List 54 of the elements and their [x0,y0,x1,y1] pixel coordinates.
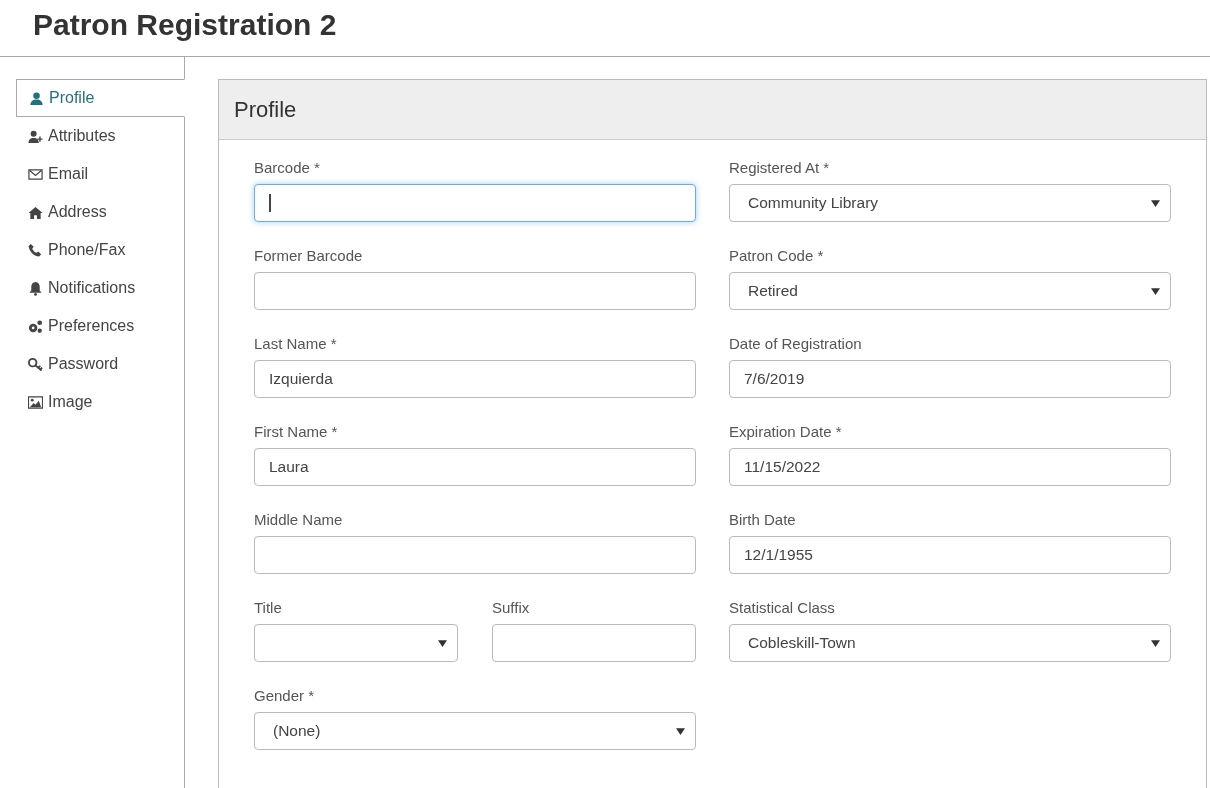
field-label: Statistical Class [729,598,836,618]
field-label: Middle Name [254,510,344,530]
dropdown[interactable]: Community Library [729,184,1171,222]
sidebar-tab[interactable]: Email [16,155,185,193]
dropdown[interactable] [254,624,458,662]
input-field[interactable]: 11/15/2022 [729,448,1171,486]
field-label: Registered At * [729,158,831,178]
panel-title: Profile [234,96,297,123]
field-label: Suffix [492,598,531,618]
picture-icon [28,394,43,410]
text-cursor [269,194,271,212]
gears-icon [28,318,43,334]
user-plus-icon [28,128,43,144]
field-label: Former Barcode [254,246,364,266]
caret-icon [438,639,447,647]
field-label: Title [254,598,283,618]
phone-icon [28,242,43,258]
input-field[interactable] [254,184,696,222]
field-label: Date of Registration [729,334,863,354]
input-field[interactable]: Izquierda [254,360,696,398]
sidebar-tab[interactable]: Notifications [16,269,185,307]
field-label: Last Name * [254,334,338,354]
field-label: Expiration Date * [729,422,843,442]
field-label: Barcode * [254,158,321,178]
caret-icon [1151,199,1160,207]
input-field[interactable] [254,272,696,310]
field-label: Patron Code * [729,246,825,266]
dropdown[interactable]: Retired [729,272,1171,310]
field-label: Birth Date [729,510,797,530]
sidebar-tab[interactable]: Profile [16,79,185,117]
sidebar-tab[interactable]: Attributes [16,117,185,155]
sidebar-tab[interactable]: Preferences [16,307,185,345]
page-title: Patron Registration 2 [0,0,1210,57]
house-icon [28,204,43,220]
input-field[interactable] [254,536,696,574]
input-field[interactable]: 7/6/2019 [729,360,1171,398]
envelope-icon [28,166,43,182]
input-field[interactable] [492,624,696,662]
dropdown[interactable]: (None) [254,712,696,750]
caret-icon [1151,639,1160,647]
input-field[interactable]: Laura [254,448,696,486]
field-label: Gender * [254,686,316,706]
sidebar-tab[interactable]: Image [16,383,185,421]
bell-icon [28,280,43,296]
input-field[interactable]: 12/1/1955 [729,536,1171,574]
sidebar-tab[interactable]: Address [16,193,185,231]
dropdown[interactable]: Cobleskill-Town [729,624,1171,662]
sidebar-tab[interactable]: Phone/Fax [16,231,185,269]
sidebar-tab[interactable]: Password [16,345,185,383]
field-label: First Name * [254,422,339,442]
key-icon [28,356,43,372]
caret-icon [1151,287,1160,295]
caret-icon [676,727,685,735]
user-icon [29,90,44,106]
